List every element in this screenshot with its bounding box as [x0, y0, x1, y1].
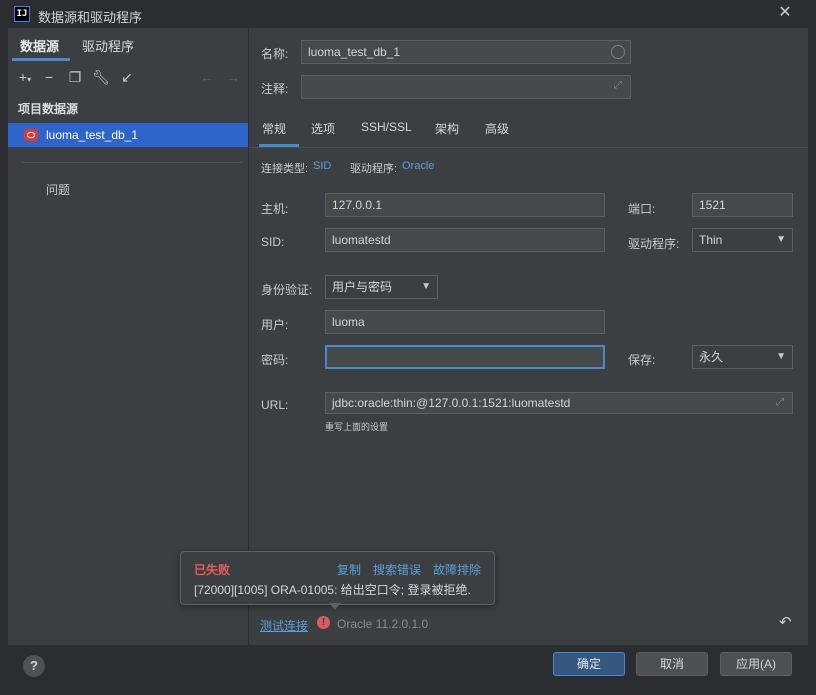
password-label: 密码: — [261, 353, 289, 367]
popup-title: 已失败 — [194, 563, 231, 577]
driver-select[interactable]: Thin ▼ — [692, 228, 793, 252]
section-title: 项目数据源 — [18, 102, 79, 116]
sid-label: SID: — [261, 235, 285, 249]
url-hint: 重写上面的设置 — [325, 422, 389, 432]
comment-label: 注释: — [261, 82, 289, 96]
search-error-link[interactable]: 搜索错误 — [373, 561, 421, 578]
driver-select-value: Thin — [699, 233, 723, 247]
tab-options[interactable]: 选项 — [311, 120, 335, 137]
app-logo-icon: IJ — [14, 6, 30, 22]
add-icon[interactable]: +▾ — [16, 68, 34, 86]
cancel-button[interactable]: 取消 — [636, 652, 708, 676]
url-value: jdbc:oracle:thin:@127.0.0.1:1521:luomate… — [332, 396, 571, 410]
save-label: 保存: — [628, 353, 656, 367]
url-label: URL: — [261, 398, 289, 412]
datasource-item-label: luoma_test_db_1 — [46, 128, 139, 142]
window-title: 数据源和驱动程序 — [38, 10, 143, 25]
auth-label: 身份验证: — [261, 283, 313, 297]
tab-advanced[interactable]: 高级 — [485, 120, 509, 137]
close-icon[interactable]: ✕ — [776, 4, 794, 22]
tabs-divider — [249, 147, 808, 148]
expand-icon[interactable]: ⤢ — [776, 398, 786, 408]
divider — [22, 162, 242, 163]
conn-type-link[interactable]: SID — [313, 160, 331, 172]
popup-tail — [329, 603, 341, 610]
problems-item[interactable]: 问题 — [46, 181, 70, 198]
user-label: 用户: — [261, 318, 289, 332]
error-popup: 已失败 复制 搜索错误 故障排除 [72000][1005] ORA-01005… — [180, 551, 495, 605]
host-input[interactable]: 127.0.0.1 — [325, 193, 605, 217]
auth-select[interactable]: 用户与密码 ▼ — [325, 275, 438, 299]
chevron-down-icon: ▼ — [421, 281, 431, 292]
copy-link[interactable]: 复制 — [337, 561, 361, 578]
save-select-value: 永久 — [699, 350, 724, 364]
host-label: 主机: — [261, 202, 289, 216]
auth-select-value: 用户与密码 — [332, 280, 393, 294]
url-input[interactable]: jdbc:oracle:thin:@127.0.0.1:1521:luomate… — [325, 392, 793, 414]
troubleshoot-link[interactable]: 故障排除 — [433, 561, 481, 578]
version-text: Oracle 11.2.0.1.0 — [337, 617, 429, 631]
color-circle-icon[interactable] — [611, 45, 625, 59]
revert-icon[interactable]: ↶ — [779, 613, 792, 631]
popup-message: [72000][1005] ORA-01005: 给出空口令; 登录被拒绝. — [194, 583, 471, 597]
active-tab-indicator — [12, 58, 70, 61]
ok-button[interactable]: 确定 — [553, 652, 625, 676]
tab-ssh-ssl[interactable]: SSH/SSL — [361, 120, 412, 134]
forward-arrow-icon[interactable]: → — [224, 68, 242, 86]
help-button[interactable]: ? — [23, 655, 45, 677]
tab-data-sources[interactable]: 数据源 — [20, 36, 59, 60]
conn-type-label: 连接类型: — [261, 163, 309, 175]
password-input[interactable] — [325, 345, 605, 369]
driver-link[interactable]: Oracle — [402, 160, 434, 172]
port-label: 端口: — [628, 202, 656, 216]
chevron-down-icon: ▼ — [776, 234, 786, 245]
duplicate-icon[interactable]: ❐ — [66, 68, 84, 86]
driver-select-label: 驱动程序: — [628, 237, 680, 251]
back-arrow-icon[interactable]: ← — [198, 68, 216, 86]
user-input[interactable]: luoma — [325, 310, 605, 334]
name-label: 名称: — [261, 47, 289, 61]
tab-schemas[interactable]: 架构 — [435, 120, 459, 137]
wrench-icon[interactable]: 🔧︎ — [92, 68, 110, 86]
name-value: luoma_test_db_1 — [308, 45, 401, 59]
test-connection-link[interactable]: 测试连接 — [260, 617, 308, 634]
error-icon: ! — [317, 616, 330, 629]
name-input[interactable]: luoma_test_db_1 — [301, 40, 631, 64]
tab-drivers[interactable]: 驱动程序 — [82, 36, 134, 60]
driver-label: 驱动程序: — [350, 163, 398, 175]
save-select[interactable]: 永久 ▼ — [692, 345, 793, 369]
sid-input[interactable]: luomatestd — [325, 228, 605, 252]
chevron-down-icon: ▼ — [776, 351, 786, 362]
tab-general[interactable]: 常规 — [262, 120, 286, 137]
oracle-icon — [24, 129, 38, 141]
remove-icon[interactable]: − — [40, 68, 58, 86]
import-icon[interactable]: ↙ — [118, 68, 136, 86]
comment-input[interactable]: ⤢ — [301, 75, 631, 99]
port-input[interactable]: 1521 — [692, 193, 793, 217]
expand-icon[interactable]: ⤢ — [614, 81, 624, 91]
apply-button[interactable]: 应用(A) — [720, 652, 792, 676]
